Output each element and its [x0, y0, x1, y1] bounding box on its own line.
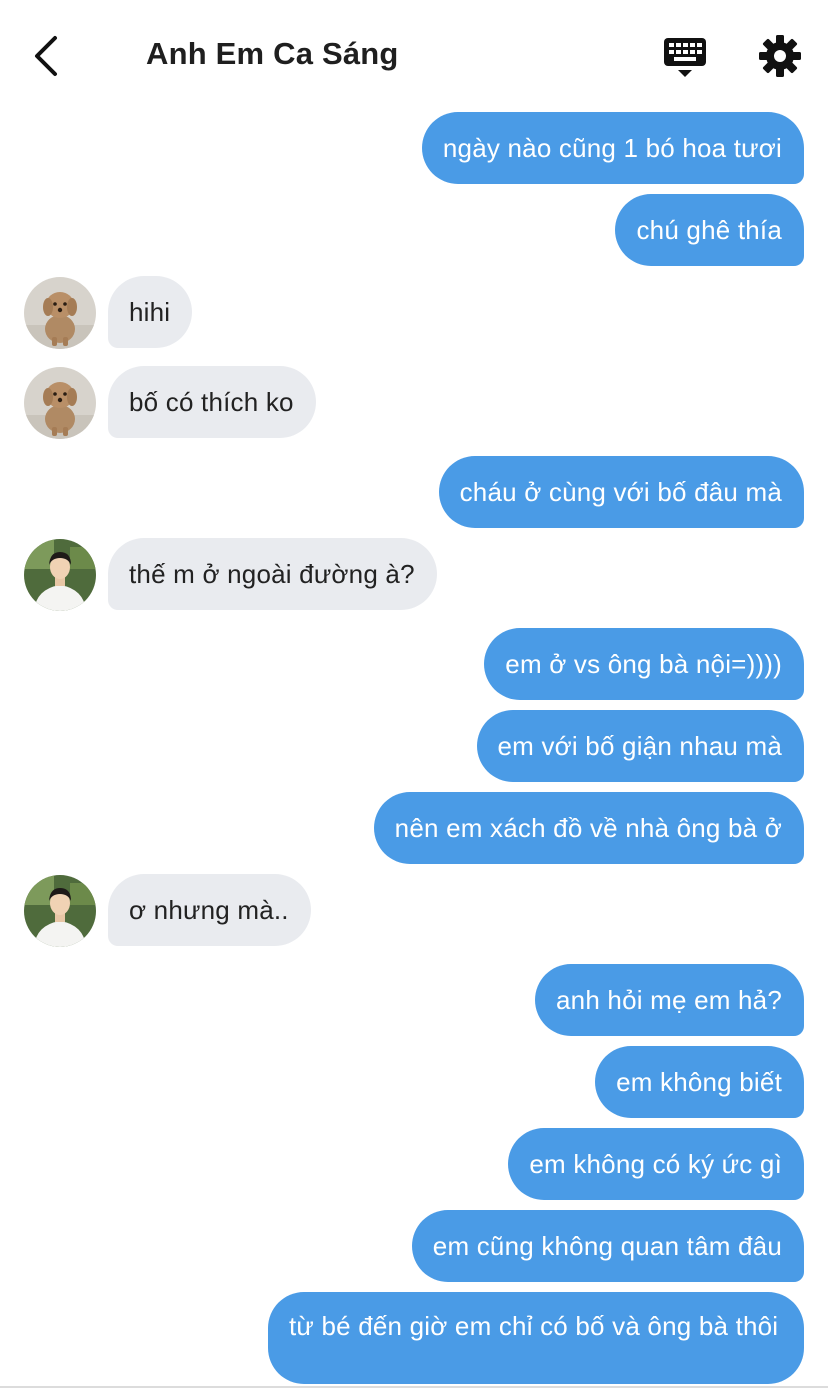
back-button[interactable]	[24, 32, 68, 80]
keyboard-icon	[664, 38, 706, 77]
message-bubble-received[interactable]: ơ nhưng mà..	[108, 874, 311, 946]
chevron-left-icon	[35, 36, 57, 76]
message-bubble-sent[interactable]: nên em xách đồ về nhà ông bà ở	[373, 792, 804, 864]
message-bubble-sent[interactable]: chú ghê thía	[615, 194, 804, 266]
chat-title: Anh Em Ca Sáng	[146, 36, 399, 71]
message-bubble-sent[interactable]: ngày nào cũng 1 bó hoa tươi	[421, 112, 804, 184]
message-bubble-received[interactable]: bố có thích ko	[108, 366, 316, 438]
boy-avatar[interactable]	[24, 539, 96, 611]
message-bubble-sent[interactable]: em ở vs ông bà nội=))))	[484, 628, 804, 700]
message-bubble-received[interactable]: thế m ở ngoài đường à?	[108, 538, 437, 610]
chat-header: Anh Em Ca Sáng	[0, 0, 828, 110]
message-bubble-sent[interactable]: anh hỏi mẹ em hả?	[535, 964, 804, 1036]
keyboard-button[interactable]	[660, 34, 710, 80]
boy-avatar[interactable]	[24, 875, 96, 947]
message-bubble-received[interactable]: hihi	[108, 276, 193, 348]
message-bubble-sent[interactable]: em với bố giận nhau mà	[476, 710, 804, 782]
message-bubble-sent[interactable]: từ bé đến giờ em chỉ có bố và ông bà thô…	[268, 1292, 804, 1384]
dog-avatar[interactable]	[24, 367, 96, 439]
gear-icon	[759, 35, 801, 77]
dog-avatar[interactable]	[24, 277, 96, 349]
settings-button[interactable]	[756, 32, 804, 80]
message-bubble-sent[interactable]: cháu ở cùng với bố đâu mà	[438, 456, 804, 528]
message-bubble-sent[interactable]: em không biết	[595, 1046, 804, 1118]
message-bubble-sent[interactable]: em cũng không quan tâm đâu	[411, 1210, 804, 1282]
message-bubble-sent[interactable]: em không có ký ức gì	[508, 1128, 804, 1200]
